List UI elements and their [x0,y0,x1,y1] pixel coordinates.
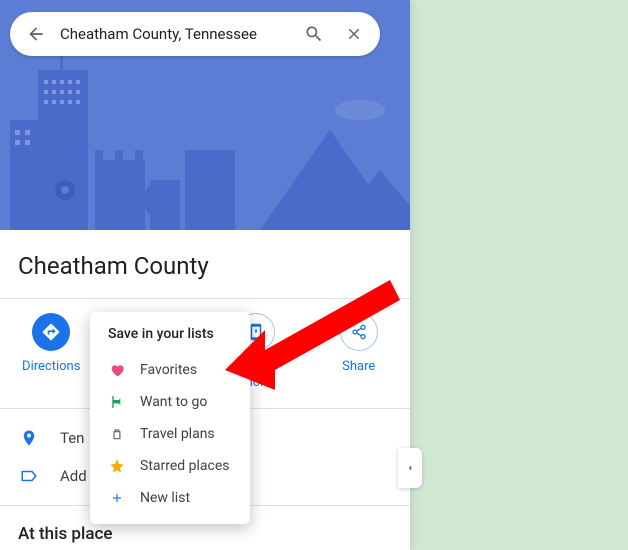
directions-label: Directions [22,359,80,374]
share-label: Share [342,359,375,374]
clear-button[interactable] [334,14,374,54]
popup-item-want-to-go[interactable]: Want to go [90,386,250,418]
save-lists-popup: Save in your lists Favorites Want to go … [90,312,250,524]
popup-item-starred[interactable]: Starred places [90,450,250,482]
collapse-panel-button[interactable] [398,448,422,488]
popup-title: Save in your lists [90,326,250,354]
search-input[interactable] [56,25,294,43]
flag-icon [109,394,125,410]
back-button[interactable] [16,14,56,54]
popup-item-label: Favorites [140,362,197,378]
popup-item-travel-plans[interactable]: Travel plans [90,418,250,450]
pin-icon [20,429,38,447]
label-icon [20,467,38,485]
popup-item-label: Want to go [140,394,207,410]
heart-icon [109,362,125,378]
star-icon [109,458,125,474]
location-text: Ten [60,429,84,447]
popup-item-label: Travel plans [140,426,215,442]
popup-item-label: Starred places [140,458,230,474]
suitcase-icon [110,426,124,442]
search-button[interactable] [294,14,334,54]
popup-item-favorites[interactable]: Favorites [90,354,250,386]
place-title: Cheatham County [0,230,410,298]
close-icon [345,25,363,43]
popup-item-new-list[interactable]: New list [90,482,250,514]
chevron-left-icon [405,463,415,473]
directions-icon [41,322,61,342]
popup-item-label: New list [140,490,190,506]
plus-icon [110,491,124,505]
search-bar [10,12,380,56]
arrow-back-icon [26,24,46,44]
skyline-illustration [0,50,410,230]
directions-button[interactable]: Directions [0,313,103,390]
share-icon [351,324,367,340]
label-text: Add [60,467,87,485]
hero-image [0,0,410,230]
share-button[interactable]: Share [308,313,411,390]
search-icon [304,24,324,44]
